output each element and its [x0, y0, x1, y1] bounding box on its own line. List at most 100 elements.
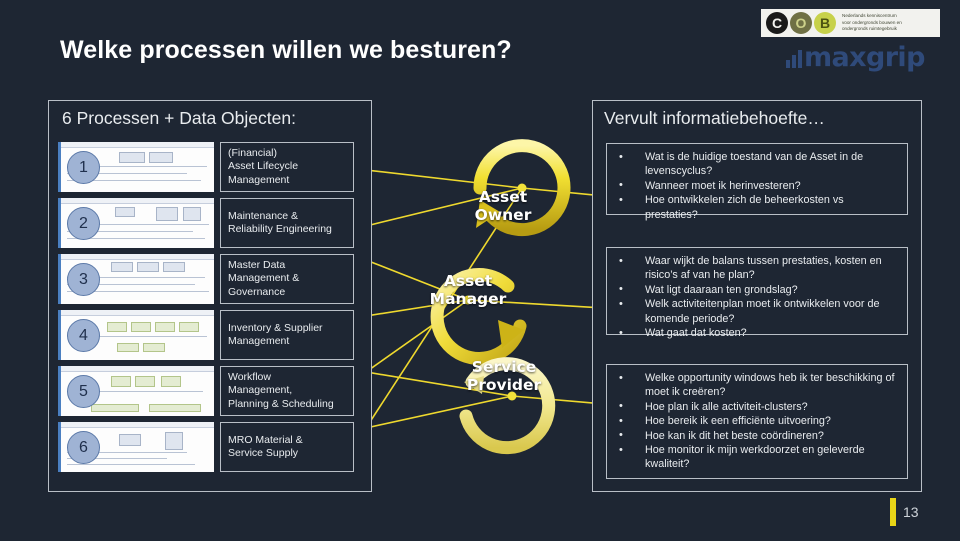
process-label-box[interactable]: Workflow Management, Planning & Scheduli…: [220, 366, 354, 416]
thumbnail-header-band: [61, 198, 214, 204]
process-label-line: Governance: [228, 285, 286, 298]
thumbnail-header-band: [61, 310, 214, 316]
cob-letter-o-icon: O: [790, 12, 812, 34]
thumbnail-shape: [119, 152, 145, 163]
question-box-asset-manager: Waar wijkt de balans tussen prestaties, …: [606, 247, 908, 340]
question-item: Wat gaat dat kosten?: [613, 326, 899, 341]
maxgrip-wordmark: maxgrip: [804, 42, 925, 73]
thumbnail-shape: [119, 434, 141, 446]
process-label-line: Workflow: [228, 370, 271, 383]
thumbnail-shape: [143, 343, 165, 352]
role-label-line: Service: [471, 358, 537, 376]
question-item: Wat ligt daaraan ten grondslag?: [613, 282, 899, 297]
page-title: Welke processen willen we besturen?: [60, 36, 512, 64]
thumbnail-shape: [183, 207, 201, 221]
process-label-line: Management,: [228, 384, 293, 397]
question-box-asset-owner: Wat is de huidige toestand van de Asset …: [606, 143, 908, 221]
process-label-line: Management &: [228, 272, 300, 285]
cob-logo: C O B Nederlands kenniscentrum voor onde…: [761, 9, 940, 37]
question-item: Welk activiteitenplan moet ik ontwikkele…: [613, 297, 899, 326]
process-thumbnail-list: 1 2 3 4 5 6: [58, 142, 214, 478]
page-number: 13: [903, 504, 919, 520]
question-item: Wanneer moet ik herinvesteren?: [613, 178, 899, 193]
question-item: Welke opportunity windows heb ik ter bes…: [613, 371, 899, 400]
process-label-line: Maintenance &: [228, 209, 299, 222]
thumbnail-shape: [137, 262, 159, 272]
cob-tagline-line-1: Nederlands kenniscentrum: [842, 13, 897, 19]
process-thumbnail[interactable]: 5: [58, 366, 214, 416]
process-thumbnail[interactable]: 1: [58, 142, 214, 192]
process-thumbnail[interactable]: 3: [58, 254, 214, 304]
process-thumbnail[interactable]: 4: [58, 310, 214, 360]
thumbnail-shape: [91, 404, 139, 412]
role-label-line: Owner: [474, 206, 532, 224]
process-label-line: Management: [228, 173, 290, 186]
process-number-badge: 6: [67, 431, 100, 464]
maxgrip-logo: maxgrip: [786, 44, 925, 71]
cob-letter-b-icon: B: [814, 12, 836, 34]
process-label-line: Asset Lifecycle: [228, 160, 299, 173]
process-label-list: (Financial) Asset Lifecycle Management M…: [220, 142, 354, 478]
thumbnail-shape: [117, 343, 139, 352]
role-label-line: Provider: [466, 376, 542, 394]
question-item: Wat is de huidige toestand van de Asset …: [613, 150, 899, 179]
process-label-line: Service Supply: [228, 447, 299, 459]
thumbnail-shape: [163, 262, 185, 272]
process-label-line: Inventory & Supplier: [228, 321, 323, 334]
thumbnail-shape: [107, 322, 127, 332]
role-label-line: Manager: [429, 290, 507, 308]
process-label-box[interactable]: (Financial) Asset Lifecycle Management: [220, 142, 354, 192]
role-label-line: Asset: [443, 272, 493, 290]
process-label-line: (Financial): [228, 146, 278, 159]
process-label-line: Management: [228, 335, 290, 347]
process-label-box[interactable]: MRO Material & Service Supply: [220, 422, 354, 472]
thumbnail-header-band: [61, 366, 214, 372]
thumbnail-line: [67, 464, 195, 465]
process-thumbnail[interactable]: 2: [58, 198, 214, 248]
process-label-box[interactable]: Inventory & Supplier Management: [220, 310, 354, 360]
question-list: Welke opportunity windows heb ik ter bes…: [613, 371, 899, 472]
cob-letter-c-icon: C: [766, 12, 788, 34]
question-list: Waar wijkt de balans tussen prestaties, …: [613, 254, 899, 341]
question-item: Hoe ontwikkelen zich de beheerkosten vs …: [613, 193, 899, 222]
thumbnail-shape: [131, 322, 151, 332]
cob-tagline: Nederlands kenniscentrum voor ondergrond…: [842, 13, 902, 32]
question-item: Hoe bereik ik een efficiënte uitvoering?: [613, 414, 899, 429]
process-number-badge: 2: [67, 207, 100, 240]
role-label-service-provider: Service Provider: [452, 358, 556, 394]
thumbnail-shape: [135, 376, 155, 387]
question-item: Hoe monitor ik mijn werkdoorzet en gelev…: [613, 443, 899, 472]
thumbnail-shape: [179, 322, 199, 332]
right-panel-heading: Vervult informatiebehoefte…: [604, 108, 825, 128]
question-list: Wat is de huidige toestand van de Asset …: [613, 150, 899, 222]
process-number-badge: 4: [67, 319, 100, 352]
thumbnail-header-band: [61, 142, 214, 148]
thumbnail-shape: [156, 207, 178, 221]
question-box-service-provider: Welke opportunity windows heb ik ter bes…: [606, 364, 908, 479]
thumbnail-shape: [165, 432, 183, 450]
thumbnail-shape: [155, 322, 175, 332]
process-number-badge: 5: [67, 375, 100, 408]
process-label-box[interactable]: Master Data Management & Governance: [220, 254, 354, 304]
process-label-line: Reliability Engineering: [228, 223, 332, 235]
role-label-asset-manager: Asset Manager: [416, 272, 520, 308]
thumbnail-header-band: [61, 422, 214, 428]
thumbnail-shape: [149, 152, 173, 163]
thumbnail-header-band: [61, 254, 214, 260]
question-item: Hoe kan ik dit het beste coördineren?: [613, 428, 899, 443]
question-item: Waar wijkt de balans tussen prestaties, …: [613, 254, 899, 283]
thumbnail-shape: [111, 376, 131, 387]
process-number-badge: 3: [67, 263, 100, 296]
thumbnail-shape: [149, 404, 201, 412]
maxgrip-bars-icon: [786, 50, 802, 71]
process-label-line: MRO Material &: [228, 433, 303, 446]
process-label-line: Master Data: [228, 258, 286, 271]
page-accent-bar: [890, 498, 896, 526]
process-label-box[interactable]: Maintenance & Reliability Engineering: [220, 198, 354, 248]
thumbnail-shape: [115, 207, 135, 217]
role-label-line: Asset: [478, 188, 528, 206]
role-label-asset-owner: Asset Owner: [455, 188, 551, 224]
question-item: Hoe plan ik alle activiteit-clusters?: [613, 399, 899, 414]
process-label-line: Planning & Scheduling: [228, 397, 334, 410]
process-thumbnail[interactable]: 6: [58, 422, 214, 472]
